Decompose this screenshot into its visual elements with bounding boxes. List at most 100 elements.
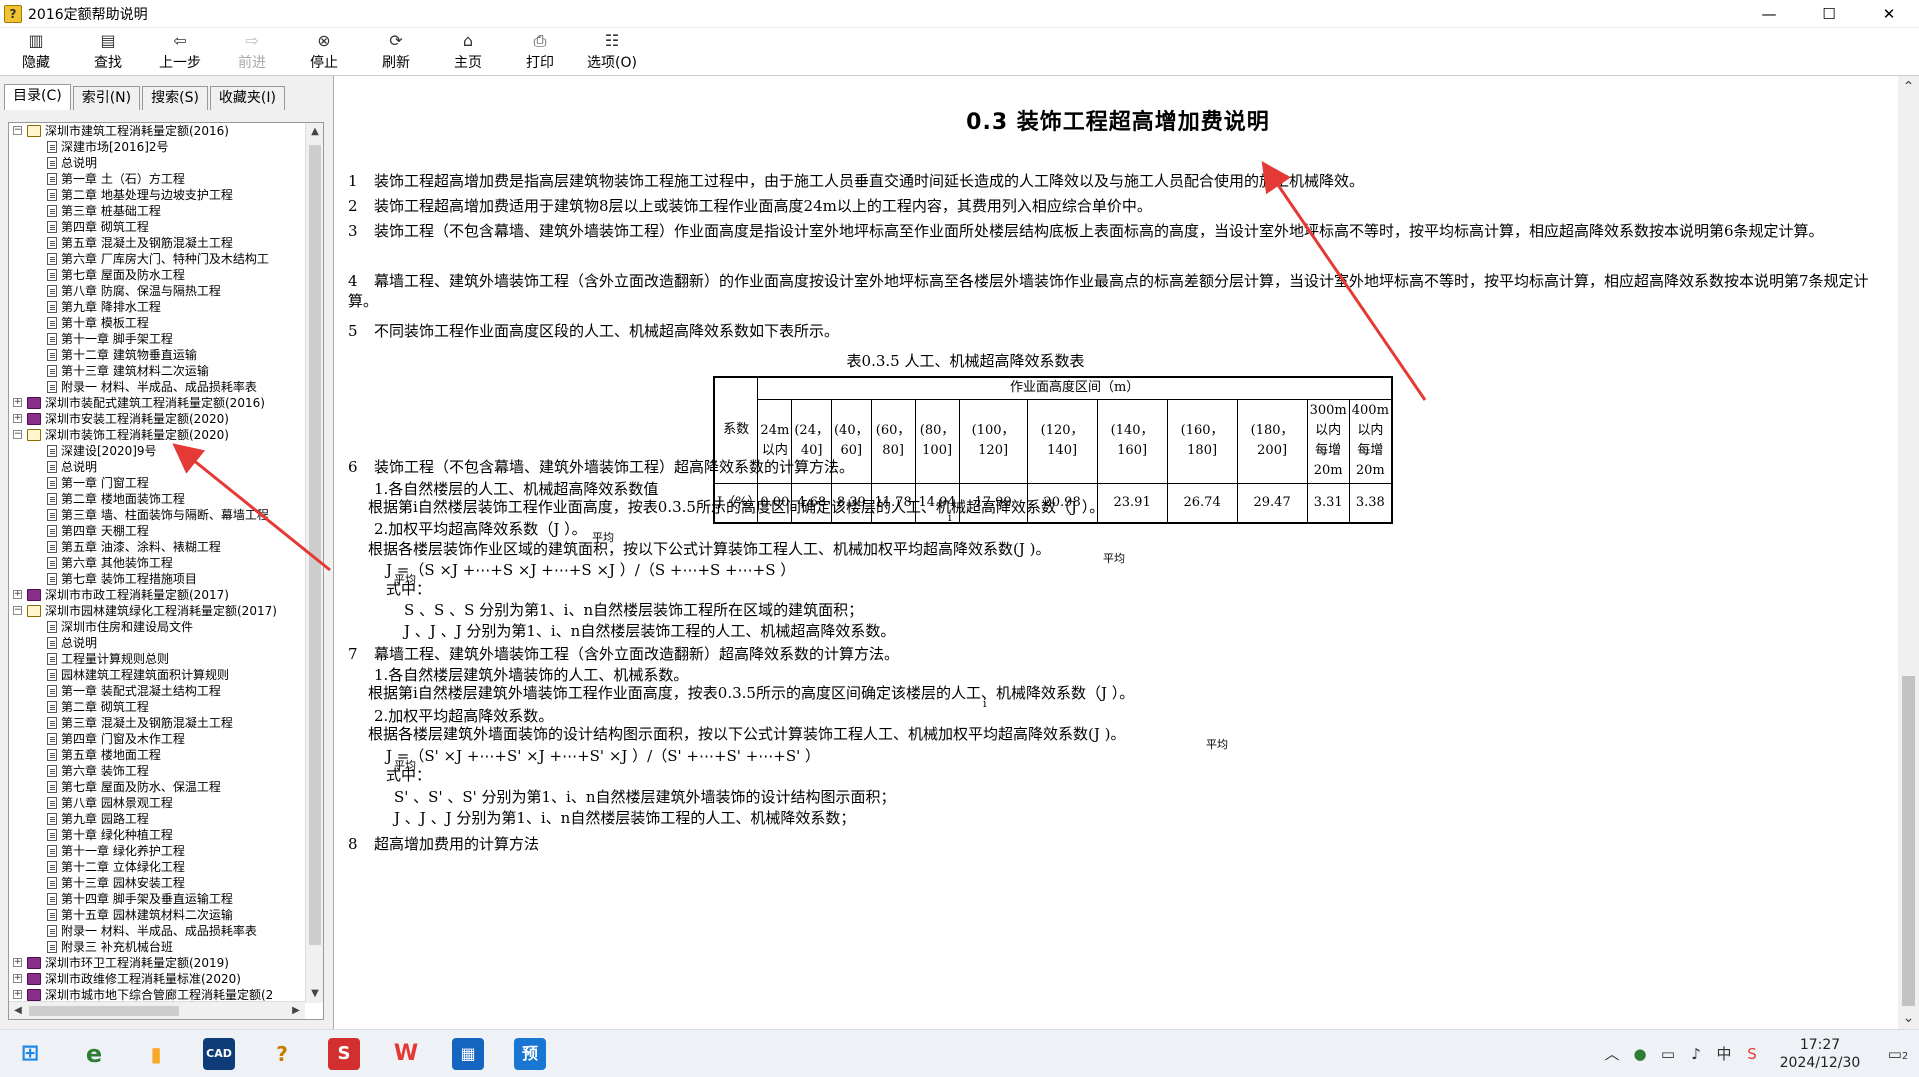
tree-item[interactable]: 总说明 [9, 155, 305, 171]
help-app-taskbar-icon[interactable]: ? [266, 1038, 298, 1070]
tray-chevron-icon[interactable]: ︿ [1600, 1030, 1624, 1077]
calc-app-icon[interactable]: ▦ [452, 1038, 484, 1070]
tree-item[interactable]: − 深圳市园林建筑绿化工程消耗量定额(2017) [9, 603, 305, 619]
tree-item[interactable]: 工程量计算规则总则 [9, 651, 305, 667]
scroll-up-icon[interactable]: ⌃ [1898, 76, 1919, 98]
tree-item[interactable]: 第四章 砌筑工程 [9, 219, 305, 235]
cad-app-icon[interactable]: CAD [203, 1038, 235, 1070]
tree-item[interactable]: + 深圳市安装工程消耗量定额(2020) [9, 411, 305, 427]
tree-item[interactable]: + 深圳市装配式建筑工程消耗量定额(2016) [9, 395, 305, 411]
tree-item[interactable]: 第三章 桩基础工程 [9, 203, 305, 219]
tree-item[interactable]: 第六章 装饰工程 [9, 763, 305, 779]
tree-item[interactable]: 第九章 降排水工程 [9, 299, 305, 315]
expand-icon[interactable]: + [13, 990, 22, 999]
clock[interactable]: 17:27 2024/12/30 [1765, 1036, 1875, 1072]
expand-icon[interactable]: + [13, 398, 22, 407]
tree-item[interactable]: 附录一 材料、半成品、成品损耗率表 [9, 379, 305, 395]
wps-tray-icon[interactable]: S [1740, 1030, 1764, 1077]
tree-item[interactable]: 第十一章 脚手架工程 [9, 331, 305, 347]
tree-item[interactable]: 第八章 园林景观工程 [9, 795, 305, 811]
tree-item[interactable]: 第十一章 绿化养护工程 [9, 843, 305, 859]
red-app-icon[interactable]: S [328, 1038, 360, 1070]
scroll-left-icon[interactable]: ◀ [9, 1002, 27, 1019]
tree-vertical-scrollbar[interactable]: ▲ ▼ [305, 123, 323, 1003]
tree-item[interactable]: 第三章 混凝土及钢筋混凝土工程 [9, 715, 305, 731]
tree-item[interactable]: 第十三章 建筑材料二次运输 [9, 363, 305, 379]
wps-icon[interactable]: W [390, 1038, 422, 1070]
start-windows-icon[interactable]: ⊞ [14, 1038, 46, 1070]
tree-item[interactable]: 第四章 门窗及木作工程 [9, 731, 305, 747]
collapse-icon[interactable]: − [13, 126, 22, 135]
tree-item[interactable]: 第十五章 园林建筑材料二次运输 [9, 907, 305, 923]
tree-item[interactable]: 第七章 屋面及防水、保温工程 [9, 779, 305, 795]
tree-item[interactable]: 第一章 土（石）方工程 [9, 171, 305, 187]
tree-item[interactable]: 第二章 砌筑工程 [9, 699, 305, 715]
tab-favorites[interactable]: 收藏夹(I) [209, 86, 285, 110]
tree-item[interactable]: 附录三 补充机械台班 [9, 939, 305, 955]
tree-item[interactable]: 第五章 楼地面工程 [9, 747, 305, 763]
maximize-button[interactable]: ☐ [1799, 0, 1859, 28]
hide-button[interactable]: ▥ 隐藏 [5, 30, 67, 74]
tree-item[interactable]: 第七章 装饰工程措施项目 [9, 571, 305, 587]
tree-item[interactable]: 第十三章 园林安装工程 [9, 875, 305, 891]
tree-item[interactable]: + 深圳市政维修工程消耗量标准(2020) [9, 971, 305, 987]
forward-button[interactable]: ⇨ 前进 [221, 30, 283, 74]
tree-item[interactable]: 第五章 油漆、涂料、裱糊工程 [9, 539, 305, 555]
tree-item[interactable]: 深建市场[2016]2号 [9, 139, 305, 155]
home-button[interactable]: ⌂ 主页 [437, 30, 499, 74]
tree-item[interactable]: 总说明 [9, 635, 305, 651]
tree-item[interactable]: 第十二章 立体绿化工程 [9, 859, 305, 875]
tree-item[interactable]: 第五章 混凝土及钢筋混凝土工程 [9, 235, 305, 251]
content-scroll-thumb[interactable] [1902, 676, 1915, 1006]
expand-icon[interactable]: + [13, 974, 22, 983]
tree-scroll-thumb[interactable] [309, 145, 321, 945]
wechat-tray-icon[interactable]: ● [1628, 1030, 1652, 1077]
refresh-button[interactable]: ⟳ 刷新 [365, 30, 427, 74]
tree-item[interactable]: − 深圳市建筑工程消耗量定额(2016) [9, 123, 305, 139]
collapse-icon[interactable]: − [13, 430, 22, 439]
scroll-up-icon[interactable]: ▲ [306, 123, 323, 141]
content-vertical-scrollbar[interactable]: ⌃ ⌄ [1898, 76, 1919, 1029]
options-button[interactable]: ☷ 选项(O) [581, 30, 643, 74]
tree-item[interactable]: 第六章 厂库房大门、特种门及木结构工 [9, 251, 305, 267]
stop-button[interactable]: ⊗ 停止 [293, 30, 355, 74]
tree-item[interactable]: + 深圳市环卫工程消耗量定额(2019) [9, 955, 305, 971]
ie-browser-icon[interactable]: e [78, 1038, 110, 1070]
print-button[interactable]: ⎙ 打印 [509, 30, 571, 74]
tree-item[interactable]: 园林建筑工程建筑面积计算规则 [9, 667, 305, 683]
tree-hscroll-thumb[interactable] [29, 1006, 179, 1016]
network-icon[interactable]: ▭ [1656, 1030, 1680, 1077]
tree-item[interactable]: 第六章 其他装饰工程 [9, 555, 305, 571]
tree-item[interactable]: 第十章 模板工程 [9, 315, 305, 331]
close-button[interactable]: ✕ [1859, 0, 1919, 28]
tab-search[interactable]: 搜索(S) [142, 86, 208, 110]
tree-item[interactable]: 第二章 楼地面装饰工程 [9, 491, 305, 507]
expand-icon[interactable]: + [13, 414, 22, 423]
notification-icon[interactable]: ▭2 [1883, 1030, 1913, 1077]
tree-item[interactable]: 第七章 屋面及防水工程 [9, 267, 305, 283]
tree-item[interactable]: 第二章 地基处理与边坡支护工程 [9, 187, 305, 203]
back-button[interactable]: ⇦ 上一步 [149, 30, 211, 74]
tree-item[interactable]: + 深圳市市政工程消耗量定额(2017) [9, 587, 305, 603]
expand-icon[interactable]: + [13, 958, 22, 967]
find-button[interactable]: ▤ 查找 [77, 30, 139, 74]
volume-icon[interactable]: ♪ [1684, 1030, 1708, 1077]
tree-item[interactable]: 第一章 门窗工程 [9, 475, 305, 491]
preview-app-icon[interactable]: 预 [514, 1038, 546, 1070]
tab-index[interactable]: 索引(N) [72, 86, 141, 110]
tree-item[interactable]: 第十章 绿化种植工程 [9, 827, 305, 843]
tab-contents[interactable]: 目录(C) [4, 84, 71, 110]
tree-item[interactable]: 第三章 墙、柱面装饰与隔断、幕墙工程 [9, 507, 305, 523]
scroll-down-icon[interactable]: ▼ [306, 985, 323, 1003]
ime-indicator[interactable]: 中 [1712, 1030, 1736, 1077]
tree-item[interactable]: 深建设[2020]9号 [9, 443, 305, 459]
scroll-down-icon[interactable]: ⌄ [1898, 1007, 1919, 1029]
tree-item[interactable]: 第一章 装配式混凝土结构工程 [9, 683, 305, 699]
collapse-icon[interactable]: − [13, 606, 22, 615]
tree-item[interactable]: 总说明 [9, 459, 305, 475]
file-explorer-icon[interactable]: ▮ [140, 1038, 172, 1070]
scroll-right-icon[interactable]: ▶ [287, 1002, 305, 1019]
tree-item[interactable]: 附录一 材料、半成品、成品损耗率表 [9, 923, 305, 939]
tree-horizontal-scrollbar[interactable]: ◀ ▶ [9, 1001, 305, 1019]
tree-item[interactable]: 第九章 园路工程 [9, 811, 305, 827]
